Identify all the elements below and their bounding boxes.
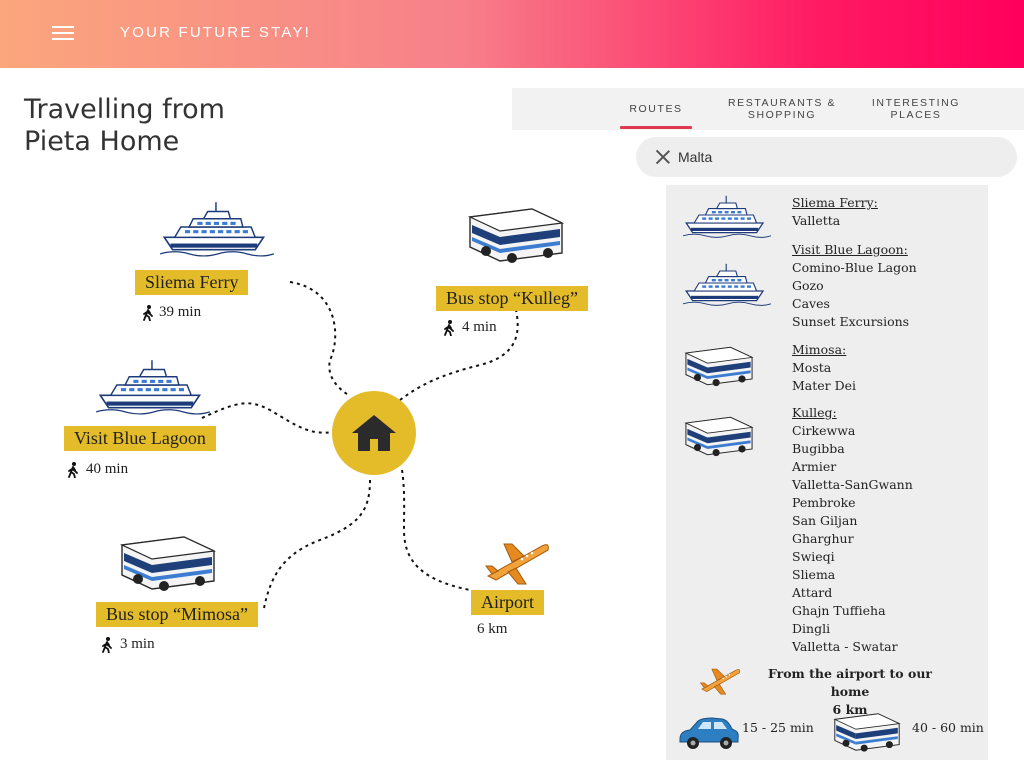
brand-title[interactable]: YOUR FUTURE STAY!	[120, 24, 311, 41]
walk-icon	[66, 462, 80, 478]
route-stop: Swieqi	[792, 549, 835, 564]
ferry-icon	[682, 191, 772, 239]
tab-interesting-places[interactable]: INTERESTING PLACES	[868, 88, 964, 130]
bus-icon	[832, 709, 902, 755]
route-stop: Cirkewwa	[792, 423, 856, 438]
page-title: Travelling from Pieta Home	[24, 94, 324, 158]
search-input[interactable]	[678, 149, 978, 165]
tab-restaurants-shopping[interactable]: RESTAURANTS & SHOPPING	[724, 88, 840, 130]
route-stop: Sunset Excursions	[792, 314, 910, 329]
route-heading: Sliema Ferry:	[792, 195, 878, 210]
tab-restaurants-label: RESTAURANTS & SHOPPING	[727, 97, 837, 121]
bus-icon	[466, 202, 566, 268]
ferry-icon	[160, 196, 274, 258]
route-stop: Caves	[792, 296, 830, 311]
airplane-icon	[482, 538, 552, 588]
route-heading: Visit Blue Lagoon:	[792, 242, 908, 257]
route-stop: Sliema	[792, 567, 836, 582]
home-icon	[352, 415, 396, 451]
bus-icon	[682, 343, 756, 389]
path-lagoon	[201, 402, 335, 434]
path-kulleg	[399, 309, 519, 401]
route-stop: San Giljan	[792, 513, 858, 528]
walk-icon	[100, 637, 114, 653]
route-stop: Gozo	[792, 278, 824, 293]
route-stop: Dingli	[792, 621, 831, 636]
route-stop: Ghajn Tuffieha	[792, 603, 886, 618]
route-stop: Mater Dei	[792, 378, 857, 393]
path-mimosa	[263, 479, 371, 609]
label-bus-stop-mimosa[interactable]: Bus stop “Mimosa”	[96, 602, 258, 627]
route-map: Sliema Ferry 39 min Bus stop “Kulleg” 4 …	[0, 160, 640, 768]
walk-icon	[141, 305, 155, 321]
route-stop: Valletta	[792, 213, 841, 228]
routes-panel: Sliema Ferry: Valletta Visit Blue Lagoon…	[666, 185, 988, 760]
bus-travel-time: 40 - 60 min	[912, 720, 984, 735]
tab-routes-label: ROUTES	[629, 103, 683, 115]
route-stop: Gharghur	[792, 531, 854, 546]
search-bar	[636, 137, 1017, 177]
time-sliema-ferry: 39 min	[159, 304, 202, 320]
bus-icon	[118, 530, 218, 596]
label-sliema-ferry[interactable]: Sliema Ferry	[135, 270, 249, 295]
route-stop: Pembroke	[792, 495, 856, 510]
tab-routes[interactable]: ROUTES	[620, 88, 692, 130]
tab-interesting-label: INTERESTING PLACES	[871, 97, 961, 121]
page-title-line2: Pieta Home	[24, 126, 180, 157]
home-marker[interactable]	[332, 391, 416, 475]
top-bar: YOUR FUTURE STAY!	[0, 0, 1024, 68]
label-visit-blue-lagoon[interactable]: Visit Blue Lagoon	[64, 426, 216, 451]
label-airport[interactable]: Airport	[471, 590, 544, 615]
route-stop: Valletta - Swatar	[792, 639, 898, 654]
clear-search-icon[interactable]	[654, 148, 672, 166]
car-travel-time: 15 - 25 min	[742, 720, 814, 735]
hamburger-menu-icon[interactable]	[52, 26, 74, 40]
route-heading: Kulleg:	[792, 405, 837, 420]
route-stop: Comino-Blue Lagon	[792, 260, 917, 275]
route-stop: Bugibba	[792, 441, 845, 456]
route-stop: Armier	[792, 459, 837, 474]
ferry-icon	[96, 354, 210, 416]
distance-airport: 6 km	[477, 621, 508, 637]
time-visit-blue-lagoon: 40 min	[86, 461, 129, 477]
ferry-icon	[682, 259, 772, 307]
path-airport	[401, 469, 471, 591]
route-stop: Valletta-SanGwann	[792, 477, 913, 492]
page-title-line1: Travelling from	[24, 94, 225, 125]
walk-icon	[442, 320, 456, 336]
airport-note-line1: From the airport to our home	[767, 666, 933, 699]
path-sliema	[289, 281, 351, 397]
label-bus-stop-kulleg[interactable]: Bus stop “Kulleg”	[436, 286, 588, 311]
route-stop: Attard	[792, 585, 833, 600]
route-stop: Mosta	[792, 360, 832, 375]
time-bus-stop-kulleg: 4 min	[462, 319, 497, 335]
car-icon	[676, 715, 740, 751]
route-heading: Mimosa:	[792, 342, 847, 357]
time-bus-stop-mimosa: 3 min	[120, 636, 155, 652]
tab-bar: ROUTES RESTAURANTS & SHOPPING INTERESTIN…	[512, 88, 1024, 130]
airplane-icon	[698, 665, 742, 697]
bus-icon	[682, 413, 756, 459]
